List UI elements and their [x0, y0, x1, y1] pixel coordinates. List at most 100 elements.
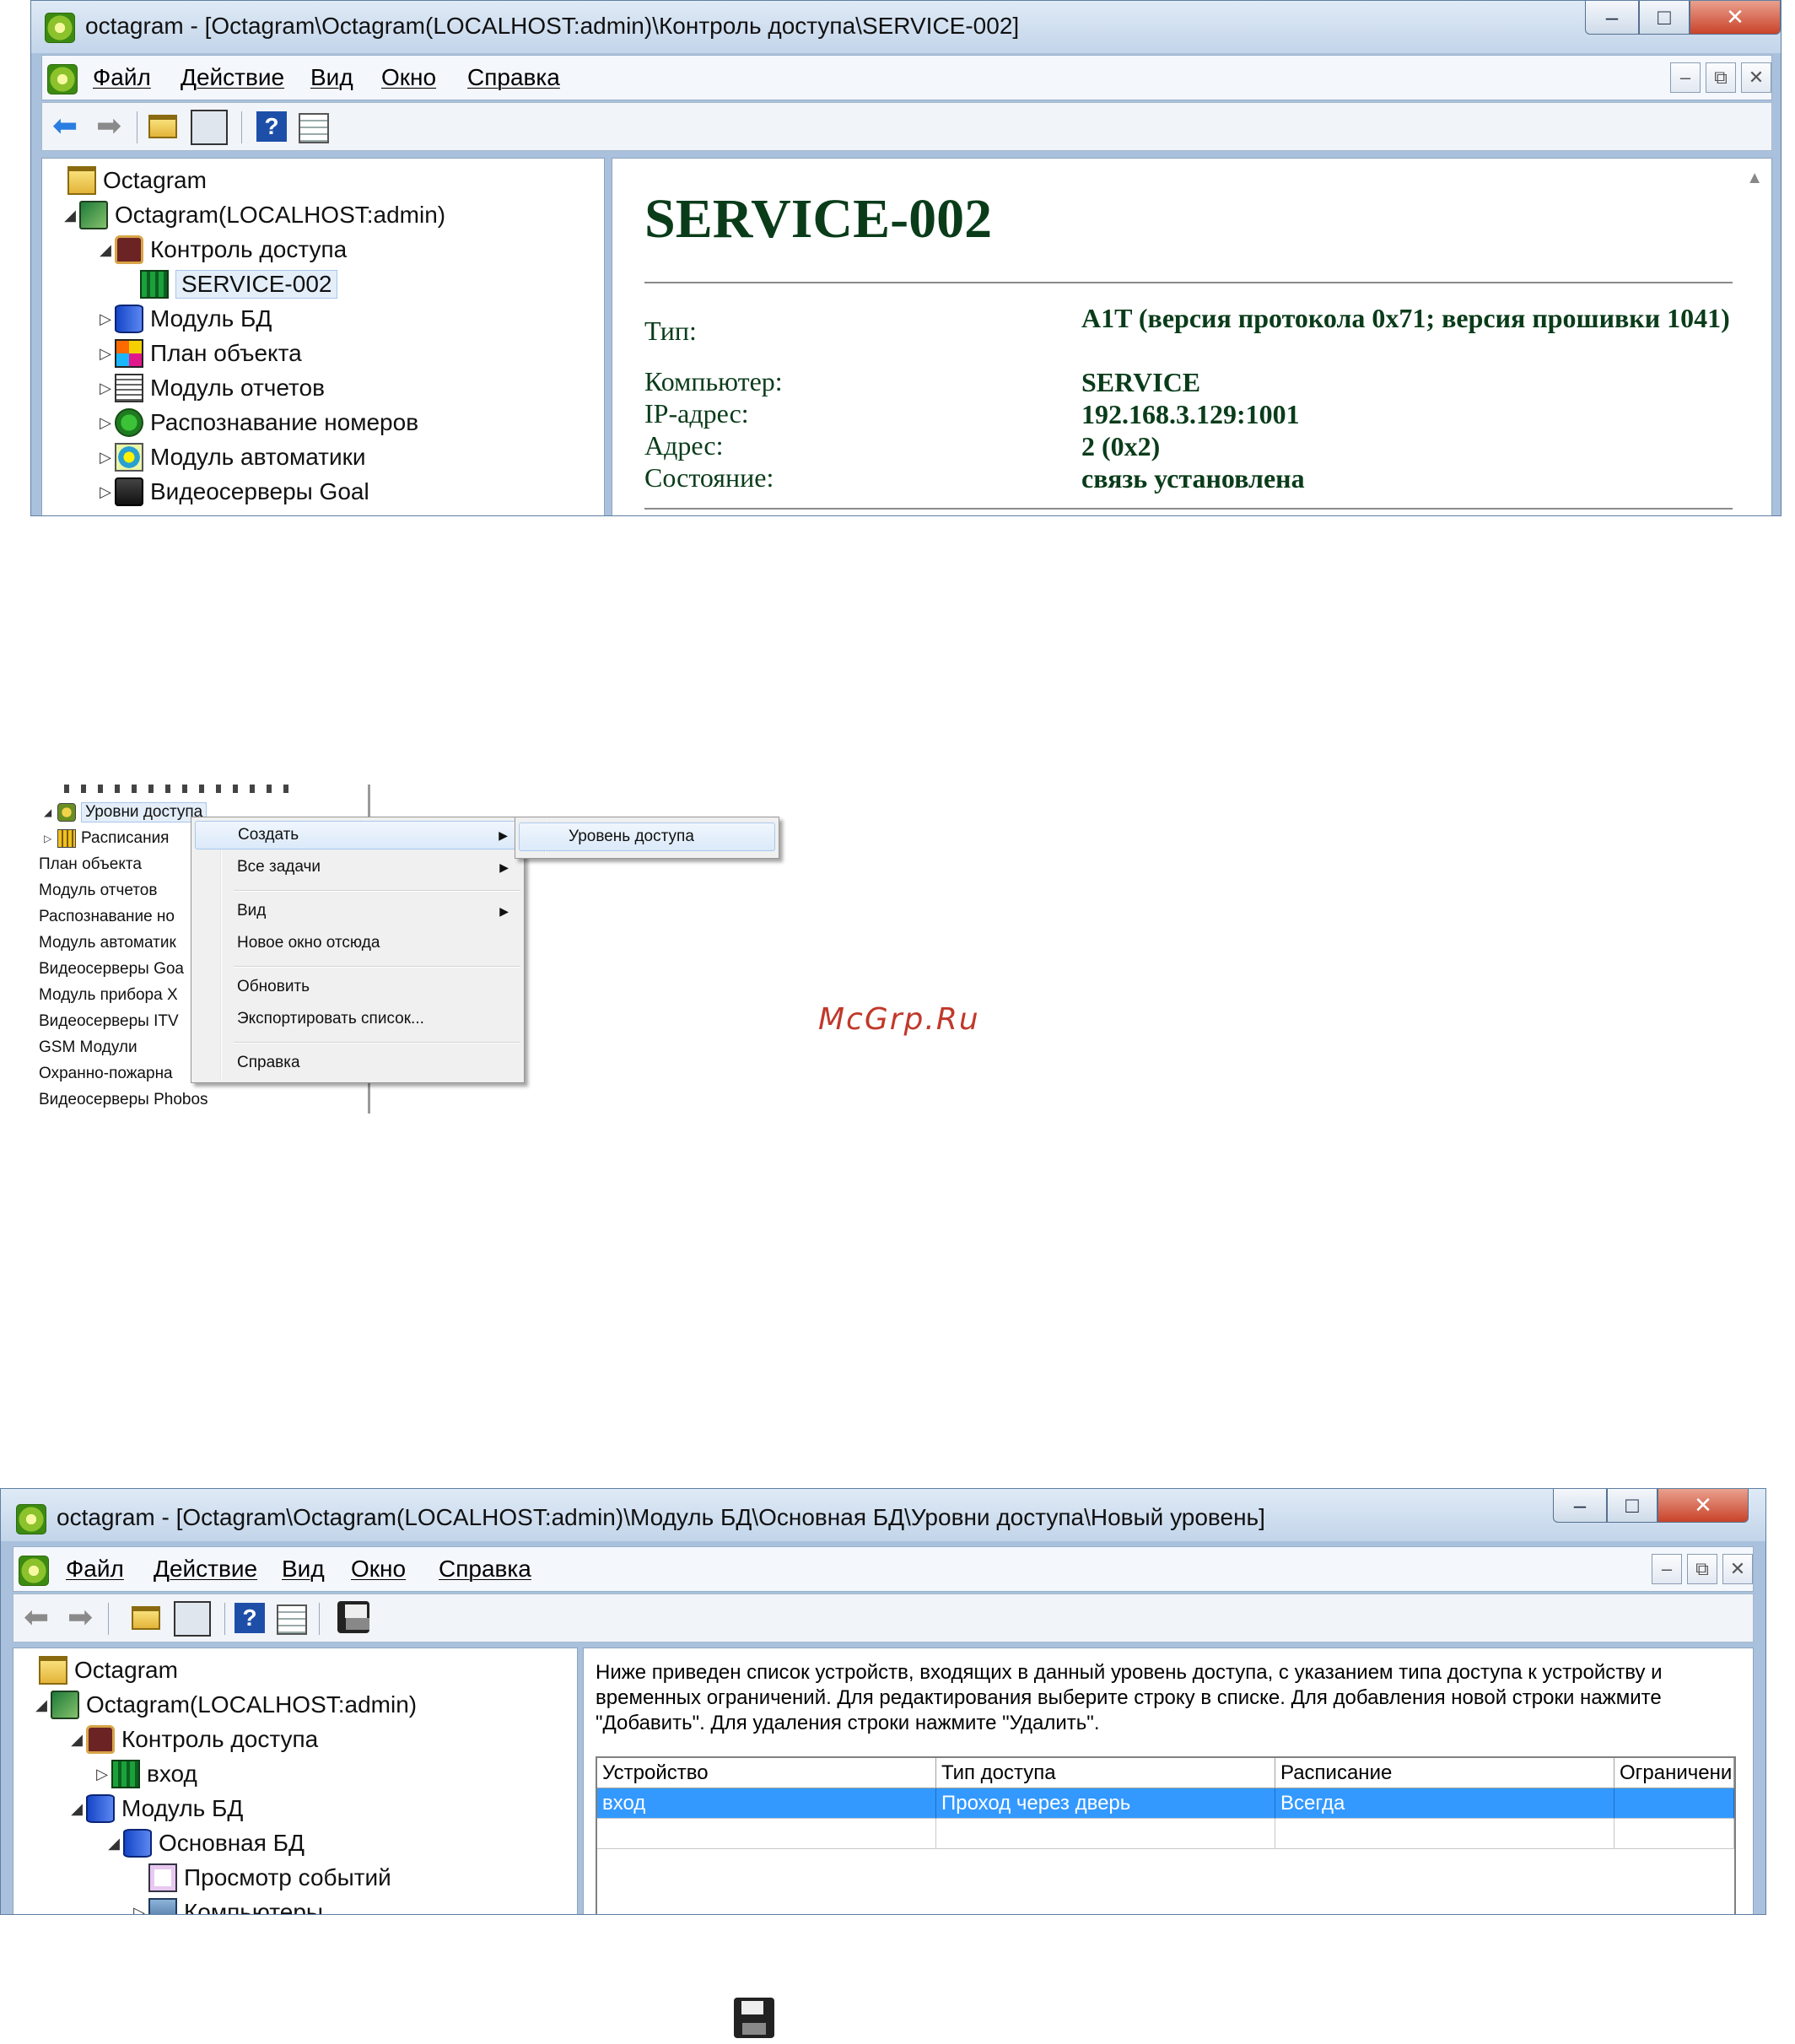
maximize-button[interactable]: □: [1639, 1, 1690, 35]
tree-item[interactable]: ▷ Компьютеры: [130, 1896, 323, 1915]
child-minimize-button[interactable]: –: [1670, 62, 1701, 93]
scroll-up-arrow-icon[interactable]: ▲: [1746, 169, 1763, 188]
menu-help[interactable]: Справка: [467, 64, 560, 91]
tree-item[interactable]: Octagram: [20, 1653, 178, 1687]
close-button[interactable]: ✕: [1690, 1, 1781, 35]
show-tree-icon[interactable]: [174, 1601, 211, 1637]
menu-help[interactable]: Справка: [439, 1556, 531, 1583]
tree-item[interactable]: ◢ Octagram(LOCALHOST:admin): [61, 198, 445, 232]
table-row-empty[interactable]: [597, 1819, 1734, 1849]
expander-icon[interactable]: ◢: [105, 1835, 123, 1853]
column-header-schedule[interactable]: Расписание: [1275, 1758, 1614, 1788]
tree-item[interactable]: ◢ Модуль БД: [67, 1792, 243, 1826]
tree-item[interactable]: SERVICE-002: [121, 267, 338, 301]
expander-icon[interactable]: ◢: [67, 1731, 86, 1749]
tree-item[interactable]: Охранно-пожарна: [39, 1063, 173, 1085]
menu-action[interactable]: Действие: [154, 1556, 257, 1583]
tree-item[interactable]: Видеосерверы ITV: [39, 1011, 179, 1033]
menu-window[interactable]: Окно: [381, 64, 436, 91]
menu-file[interactable]: Файл: [66, 1556, 124, 1583]
child-restore-button[interactable]: ⧉: [1706, 62, 1736, 93]
help-icon[interactable]: ?: [234, 1603, 265, 1633]
menu-item-create[interactable]: Создать ▶: [195, 821, 520, 849]
up-folder-icon[interactable]: [132, 1606, 160, 1630]
tree-item[interactable]: ▷ Видеосерверы Goal: [96, 475, 369, 509]
expander-icon[interactable]: ◢: [96, 241, 115, 259]
tree-item[interactable]: Просмотр событий: [130, 1861, 391, 1895]
tree-item[interactable]: ◢ Контроль доступа: [96, 233, 347, 267]
menu-window[interactable]: Окно: [351, 1556, 406, 1583]
menu-item-all-tasks[interactable]: Все задачи ▶: [195, 853, 520, 882]
menu-item-export[interactable]: Экспортировать список...: [195, 1005, 520, 1033]
properties-view-icon[interactable]: [299, 113, 329, 143]
tree-item[interactable]: ▷ Распознавание номеров: [96, 406, 418, 440]
expander-icon[interactable]: ▷: [96, 345, 115, 363]
forward-arrow-icon[interactable]: ➡: [67, 1602, 98, 1633]
expander-icon[interactable]: ▷: [96, 414, 115, 432]
mdi-app-icon[interactable]: [47, 64, 78, 94]
menu-item-view[interactable]: Вид ▶: [195, 897, 520, 925]
tree-item[interactable]: ▷ Модуль БД: [96, 302, 272, 336]
help-icon[interactable]: ?: [256, 111, 287, 142]
menu-action[interactable]: Действие: [181, 64, 284, 91]
tree-item-label: Модуль прибора Х: [39, 986, 178, 1004]
menu-item-access-level[interactable]: Уровень доступа: [519, 822, 775, 851]
expander-icon[interactable]: ▷: [96, 310, 115, 328]
tree-item[interactable]: ▷ Модуль отчетов: [96, 371, 325, 405]
menu-view[interactable]: Вид: [310, 64, 353, 91]
tree-item[interactable]: ◢ Основная БД: [105, 1826, 305, 1860]
expander-icon[interactable]: ◢: [61, 207, 79, 224]
tree-item[interactable]: План объекта: [39, 854, 142, 876]
minimize-button[interactable]: –: [1553, 1489, 1607, 1523]
menu-item-refresh[interactable]: Обновить: [195, 973, 520, 1001]
expander-icon[interactable]: ▷: [93, 1766, 111, 1783]
tree-item[interactable]: ▷ Расписания: [44, 828, 169, 849]
tree-item[interactable]: ▷ План объекта: [96, 337, 302, 370]
tree-item[interactable]: Модуль прибора Х: [39, 984, 178, 1006]
toolbar: ⬅ ➡ ?: [41, 102, 1772, 151]
up-folder-icon[interactable]: [148, 115, 177, 138]
expander-icon[interactable]: ◢: [32, 1696, 51, 1714]
child-restore-button[interactable]: ⧉: [1687, 1554, 1717, 1584]
tree-item[interactable]: Распознавание но: [39, 906, 175, 928]
minimize-button[interactable]: –: [1585, 1, 1639, 35]
show-tree-icon[interactable]: [191, 110, 228, 145]
menu-item-new-window[interactable]: Новое окно отсюда: [195, 929, 520, 957]
save-icon[interactable]: [337, 1601, 369, 1633]
menu-view[interactable]: Вид: [282, 1556, 325, 1583]
expander-icon[interactable]: ▷: [96, 380, 115, 397]
forward-arrow-icon[interactable]: ➡: [96, 111, 127, 142]
tree-item[interactable]: Видеосерверы Goa: [39, 958, 184, 980]
tree-item[interactable]: ▷ вход: [93, 1757, 197, 1791]
expander-icon[interactable]: ▷: [130, 1904, 148, 1915]
table-row[interactable]: вход Проход через дверь Всегда: [597, 1788, 1734, 1819]
expander-icon[interactable]: ▷: [96, 449, 115, 467]
column-header-access-type[interactable]: Тип доступа: [936, 1758, 1275, 1788]
tree-item[interactable]: Видеосерверы Phobos: [39, 1089, 208, 1111]
menu-file[interactable]: Файл: [93, 64, 151, 91]
menu-item-help[interactable]: Справка: [195, 1049, 520, 1077]
mdi-app-icon[interactable]: [19, 1556, 49, 1586]
tree-item[interactable]: Octagram: [49, 164, 207, 197]
maximize-button[interactable]: □: [1607, 1489, 1658, 1523]
expander-icon[interactable]: ◢: [67, 1800, 86, 1818]
child-minimize-button[interactable]: –: [1652, 1554, 1682, 1584]
child-close-button[interactable]: ✕: [1722, 1554, 1753, 1584]
column-header-restrictions[interactable]: Ограничени: [1614, 1758, 1734, 1788]
tree-item[interactable]: GSM Модули: [39, 1037, 137, 1059]
tree-item[interactable]: ◢ Уровни доступа: [44, 801, 208, 823]
tree-item[interactable]: ▷ Модуль автоматики: [96, 440, 366, 474]
close-button[interactable]: ✕: [1658, 1489, 1749, 1523]
back-arrow-icon[interactable]: ⬅: [52, 111, 83, 142]
tree-item[interactable]: Модуль отчетов: [39, 880, 157, 902]
child-close-button[interactable]: ✕: [1741, 62, 1771, 93]
column-header-device[interactable]: Устройство: [597, 1758, 936, 1788]
tree-item[interactable]: Модуль автоматик: [39, 932, 176, 954]
expander-icon[interactable]: ▷: [96, 483, 115, 501]
expander-icon[interactable]: ▷: [44, 833, 57, 844]
back-arrow-icon[interactable]: ⬅: [24, 1602, 54, 1633]
tree-item[interactable]: ◢ Контроль доступа: [67, 1723, 318, 1756]
expander-icon[interactable]: ◢: [44, 806, 57, 818]
tree-item[interactable]: ◢ Octagram(LOCALHOST:admin): [32, 1688, 417, 1722]
properties-view-icon[interactable]: [277, 1604, 307, 1635]
